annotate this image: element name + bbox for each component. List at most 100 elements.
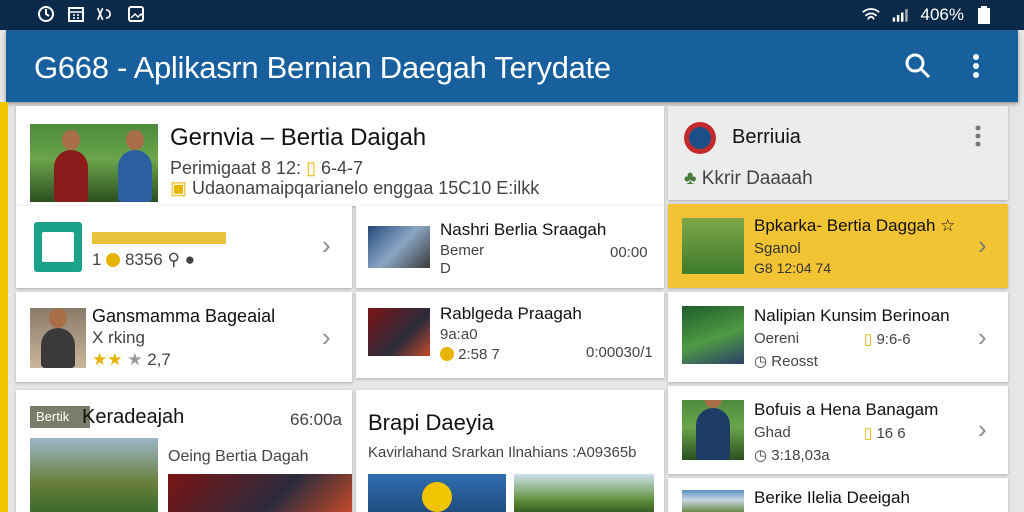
coin-icon bbox=[106, 253, 121, 267]
list-item-subtitle: X rking bbox=[92, 328, 145, 347]
list-item-meta: ▯ 16 6 bbox=[864, 424, 906, 442]
profile-icon bbox=[684, 122, 716, 154]
image-icon: ▣ bbox=[170, 178, 188, 198]
featured-meta-count: 6-4-7 bbox=[321, 158, 364, 178]
news-card-value: 66:00a bbox=[290, 410, 342, 429]
calendar-icon bbox=[66, 5, 86, 23]
news-card[interactable]: Bertik Keradeajah 66:00a Oeing Bertia Da… bbox=[16, 390, 352, 512]
list-item-meta: D bbox=[440, 260, 451, 277]
star-icon: ★★ bbox=[92, 350, 123, 369]
list-item-thumbnail bbox=[368, 308, 430, 356]
list-item[interactable]: Gansmamma Bageaial X rking ★★ ★ 2,7 › bbox=[16, 292, 352, 382]
list-item-time: 00:00 bbox=[610, 244, 648, 261]
rating-value: 2,7 bbox=[147, 350, 171, 369]
chevron-right-icon: › bbox=[322, 230, 331, 260]
chevron-right-icon: › bbox=[322, 322, 331, 352]
news-card-subtitle: Kavirlahand Srarkan Ilnahians :A09365b bbox=[368, 444, 637, 461]
list-item-value: 8356 bbox=[124, 250, 163, 269]
list-item-title: Gansmamma Bageaial bbox=[92, 306, 276, 326]
more-vert-icon bbox=[973, 54, 979, 78]
list-item-thumbnail bbox=[682, 306, 744, 364]
list-item-count: 1 bbox=[92, 250, 102, 269]
list-item[interactable]: Rablgeda Praagah 9a:a0 2:58 7 0:00030/1 bbox=[356, 292, 664, 378]
list-item-time: 0:00030/1 bbox=[586, 344, 653, 361]
featured-desc-text: Udaonamaipqarianelo enggaa 15C10 E:ilkk bbox=[192, 178, 540, 198]
list-item-title-bar bbox=[92, 232, 226, 244]
more-vert-button[interactable] bbox=[974, 124, 990, 152]
list-item[interactable]: Bofuis a Hena Banagam Ghad ▯ 16 6 ◷ 3:18… bbox=[668, 386, 1008, 474]
list-item[interactable]: Berike Ilelia Deeigah bbox=[668, 478, 1008, 512]
star-icon: ☆ bbox=[940, 216, 956, 235]
clock-icon: ◷ bbox=[754, 447, 768, 464]
list-item-thumbnail bbox=[682, 400, 744, 460]
list-item-subtitle: Oereni bbox=[754, 330, 800, 347]
accent-strip bbox=[0, 102, 8, 512]
star-empty-icon: ★ bbox=[127, 350, 143, 369]
list-item-thumbnail bbox=[30, 308, 86, 368]
wifi-icon bbox=[861, 6, 881, 24]
tag-icon: ⚲ bbox=[167, 250, 180, 269]
list-item[interactable]: 1 8356 ⚲ ● › bbox=[16, 206, 352, 288]
news-card-title: Keradeajah bbox=[82, 406, 185, 428]
clock-icon: ◷ bbox=[754, 353, 768, 370]
app-title: G668 - Aplikasrn Bernian Daegah Terydate bbox=[34, 50, 611, 85]
app-logo-icon bbox=[34, 222, 82, 272]
status-dot-icon: ● bbox=[184, 250, 195, 269]
news-card[interactable]: Brapi Daeyia Kavirlahand Srarkan Ilnahia… bbox=[356, 390, 664, 512]
search-icon bbox=[905, 53, 931, 79]
more-vert-icon bbox=[975, 125, 981, 147]
list-item-subtitle: 9a:a0 bbox=[440, 326, 478, 343]
right-panel-header: Berriuia ♣ Kkrir Daaaah bbox=[668, 106, 1008, 200]
list-item-title: Nashri Berlia Sraagah bbox=[440, 220, 607, 239]
news-card-image bbox=[514, 474, 654, 512]
signal-icon bbox=[891, 6, 911, 24]
list-item-title: Bpkarka- Bertia Daggah ☆ bbox=[754, 216, 955, 236]
list-item-subtitle: Ghad bbox=[754, 424, 791, 441]
alarm-icon bbox=[36, 5, 56, 23]
news-card-thumbnail bbox=[30, 438, 158, 512]
list-item[interactable]: Nashri Berlia Sraagah Bemer D 00:00 bbox=[356, 206, 664, 288]
list-item[interactable]: Nalipian Kunsim Berinoan Oereni ▯ 9:6-6 … bbox=[668, 292, 1008, 382]
list-item-title: Berike Ilelia Deeigah bbox=[754, 488, 910, 507]
list-item-meta: 1 8356 ⚲ ● bbox=[92, 250, 195, 270]
right-panel-title: Berriuia bbox=[732, 126, 801, 148]
list-item-extra-text: 3:18,03a bbox=[771, 447, 830, 464]
search-button[interactable] bbox=[900, 48, 936, 84]
image-icon bbox=[126, 5, 146, 23]
list-item-title: Nalipian Kunsim Berinoan bbox=[754, 306, 950, 325]
news-card-image bbox=[168, 474, 352, 512]
notification-icon bbox=[96, 5, 116, 23]
chevron-right-icon: › bbox=[978, 322, 987, 352]
list-item-extra-text: Reosst bbox=[771, 353, 818, 370]
list-item-subtitle: Bemer bbox=[440, 242, 485, 259]
featured-thumbnail bbox=[30, 124, 158, 202]
chevron-right-icon: › bbox=[978, 414, 987, 444]
category-badge: Bertik bbox=[30, 406, 90, 428]
featured-card[interactable]: Gernvia – Bertia Daigah Perimigaat 8 12:… bbox=[16, 106, 664, 206]
battery-icon bbox=[974, 6, 994, 24]
list-item-extra: ◷ Reosst bbox=[754, 352, 818, 370]
tree-icon: ♣ bbox=[684, 168, 697, 189]
app-bar: G668 - Aplikasrn Bernian Daegah Terydate bbox=[6, 30, 1018, 102]
news-card-title: Brapi Daeyia bbox=[368, 410, 494, 435]
list-item-meta: ▯ 9:6-6 bbox=[864, 330, 911, 348]
list-item-thumbnail bbox=[682, 490, 744, 512]
list-item-value: 16 6 bbox=[876, 425, 906, 442]
list-item-thumbnail bbox=[682, 218, 744, 274]
list-item-rating: ★★ ★ 2,7 bbox=[92, 350, 171, 370]
list-item-value: 9:6-6 bbox=[876, 331, 911, 348]
chevron-right-icon: › bbox=[978, 230, 987, 260]
list-item-title: Rablgeda Praagah bbox=[440, 304, 582, 323]
list-item-title-text: Bpkarka- Bertia Daggah bbox=[754, 216, 936, 235]
more-menu-button[interactable] bbox=[958, 48, 994, 84]
list-item-meta: G8 12:04 74 bbox=[754, 260, 832, 276]
featured-meta-date: Perimigaat 8 12: bbox=[170, 158, 302, 178]
list-item-meta: 2:58 7 bbox=[440, 346, 500, 363]
list-item-subtitle: Sganol bbox=[754, 240, 801, 257]
list-item-highlighted[interactable]: Bpkarka- Bertia Daggah ☆ Sganol G8 12:04… bbox=[668, 204, 1008, 288]
right-panel-subtitle: ♣ Kkrir Daaaah bbox=[684, 168, 813, 190]
news-card-image bbox=[368, 474, 506, 512]
battery-text: 406% bbox=[920, 5, 964, 24]
right-panel-subtitle-text: Kkrir Daaaah bbox=[701, 168, 813, 189]
list-item-value: 2:58 7 bbox=[458, 346, 500, 363]
